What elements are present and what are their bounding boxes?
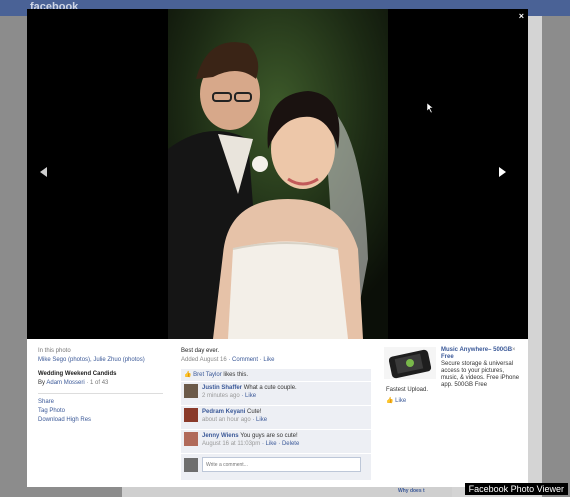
comment-actions[interactable]: · Like [241,393,256,399]
comment-text: Cute! [247,409,262,415]
comment-input[interactable] [202,457,361,472]
comment-item: Justin Shaffer What a cute couple. 2 min… [181,382,371,405]
ad-like-button[interactable]: 👍 Like [386,397,406,404]
ad-close-icon[interactable]: × [512,347,516,353]
ad-body: Secure storage & universal access to you… [441,361,520,388]
ad-title[interactable]: Music Anywhere– 500GB Free [441,347,512,360]
mouse-cursor-icon [427,103,434,113]
download-high-res-link[interactable]: Download High Res [38,416,168,425]
in-this-photo-label: In this photo [38,348,71,354]
wedding-photo[interactable] [168,9,388,339]
comment-text: What a cute couple. [243,385,297,391]
tag-photo-link[interactable]: Tag Photo [38,407,168,416]
comment-text: You guys are so cute! [240,433,298,439]
added-date: Added August 16 [181,357,227,363]
photo-stage: × [27,9,528,339]
by-label: By [38,380,46,386]
commenter-name[interactable]: Pedram Keyani [202,409,245,415]
album-owner-link[interactable]: Adam Mosseri [46,380,84,386]
avatar [184,458,198,472]
photo-viewer: × In this photo Mike Sego (photos), Juli… [27,9,528,487]
likes-text: likes this. [223,372,249,378]
comment-actions[interactable]: · Like [252,417,267,423]
arrow-right-icon[interactable] [499,167,506,177]
avatar[interactable] [184,432,198,446]
divider [38,393,163,394]
likes-bar: 👍 Bret Taylor likes this. [181,369,371,381]
ad-tagline: Fastest Upload. [386,387,429,393]
photo-caption: Best day ever. [181,348,220,354]
thumbs-up-icon: 👍 [184,372,192,378]
photo-details: In this photo Mike Sego (photos), Julie … [38,347,168,425]
comment-like-links[interactable]: · Comment · Like [228,357,274,363]
share-link[interactable]: Share [38,398,168,407]
comment-item: Pedram Keyani Cute! about an hour ago · … [181,406,371,429]
comment-time: 2 minutes ago [202,393,240,399]
album-title[interactable]: Wedding Weekend Candids [38,370,168,379]
avatar[interactable] [184,408,198,422]
comment-item: Jenny Wiens You guys are so cute! August… [181,430,371,453]
comment-time: August 16 at 11:03pm [202,441,261,447]
close-button[interactable]: × [519,11,524,21]
avatar[interactable] [184,384,198,398]
ad-like-label: Like [395,398,407,404]
commenter-name[interactable]: Jenny Wiens [202,433,239,439]
why-link[interactable]: Why does t [398,488,425,494]
arrow-left-icon[interactable] [40,167,47,177]
liker-name[interactable]: Bret Taylor [193,372,222,378]
thumbs-up-icon: 👍 [386,398,394,404]
watermark-caption: Facebook Photo Viewer [464,483,568,495]
ad-phone-image[interactable] [384,347,436,379]
photo-position: · 1 of 43 [86,380,109,386]
commenter-name[interactable]: Justin Shaffer [202,385,242,391]
comment-time: about an hour ago [202,417,251,423]
photo-info-panel: In this photo Mike Sego (photos), Julie … [27,339,528,487]
comments-section: Best day ever. Added August 16 · Comment… [181,347,371,480]
tagged-people[interactable]: Mike Sego (photos), Julie Zhuo (photos) [38,356,168,365]
write-comment-box [181,454,371,480]
comment-actions[interactable]: · Like · Delete [262,441,299,447]
